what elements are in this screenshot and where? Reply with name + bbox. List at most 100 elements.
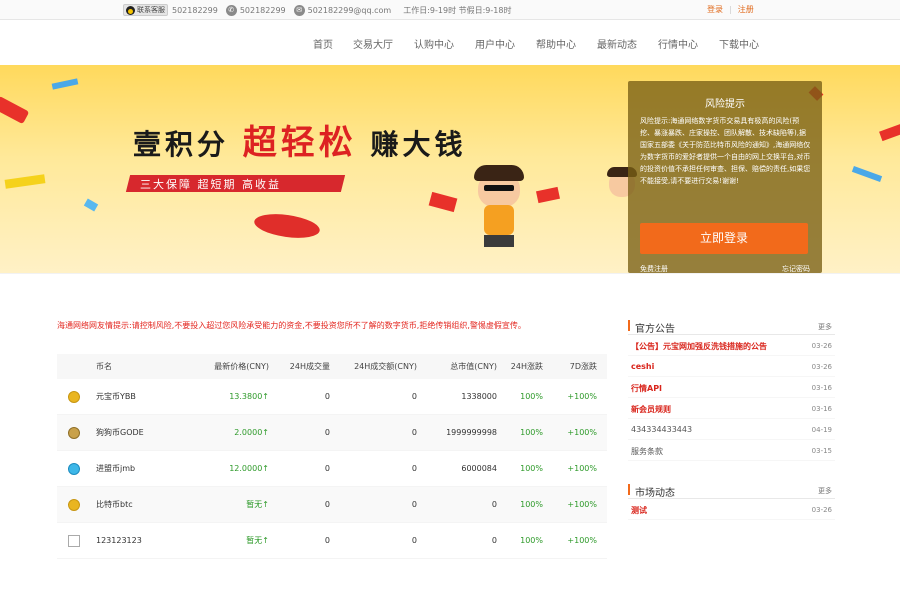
announcement-title[interactable]: 【公告】元宝网加强反洗钱措施的公告 [631, 341, 767, 352]
banner-slogan: 壹积分 超轻松 赚大钱 [133, 115, 467, 164]
slogan-part-3: 赚大钱 [370, 128, 467, 161]
contact-info: 联系客服 502182299 ✆ 502182299 ✉ 502182299@q… [123, 4, 519, 16]
market-news-date: 03-26 [811, 506, 832, 514]
nav-download-center[interactable]: 下载中心 [719, 36, 759, 51]
announcement-date: 04-19 [811, 426, 832, 434]
free-register-link[interactable]: 免费注册 [640, 265, 668, 273]
change-7d: +100% [567, 464, 597, 473]
coin-icon [68, 427, 80, 439]
qq-service-button[interactable]: 联系客服 [123, 4, 168, 16]
email-item: ✉ 502182299@qq.com [293, 4, 391, 16]
announcement-title[interactable]: 新会员规则 [631, 404, 671, 415]
nav-subscription[interactable]: 认购中心 [414, 36, 454, 51]
market-news-title-text[interactable]: 测试 [631, 505, 647, 516]
announcement-title[interactable]: 服务条款 [631, 446, 663, 457]
coin-name[interactable]: 狗狗币GODE [96, 415, 144, 451]
coin-icon [68, 463, 80, 475]
coin-name[interactable]: 进盟币jmb [96, 451, 135, 487]
volume-24h: 0 [324, 392, 330, 401]
header-24h-change: 24H涨跌 [510, 362, 543, 371]
coin-name[interactable]: 123123123 [96, 523, 142, 559]
confetti-shape [879, 122, 900, 142]
change-24h: 100% [520, 464, 543, 473]
turnover-24h: 0 [411, 392, 417, 401]
qq-penguin-icon [126, 5, 135, 15]
market-cap: 0 [491, 536, 497, 545]
market-news-item[interactable]: 测试 03-26 [628, 499, 835, 520]
login-link[interactable]: 登录 [707, 5, 723, 14]
login-now-button[interactable]: 立即登录 [640, 223, 808, 254]
announcement-title[interactable]: 行情API [631, 383, 662, 394]
market-table-header: 币名 最新价格(CNY) 24H成交量 24H成交额(CNY) 总市值(CNY)… [57, 354, 607, 379]
slogan-part-1: 壹积分 [133, 128, 230, 161]
character-glasses [484, 185, 514, 191]
announcement-item[interactable]: 服务条款 03-15 [628, 440, 835, 461]
announcement-item[interactable]: 行情API 03-16 [628, 377, 835, 398]
announcement-item[interactable]: ceshi 03-26 [628, 356, 835, 377]
register-link[interactable]: 注册 [738, 5, 754, 14]
announcement-date: 03-16 [811, 384, 832, 392]
market-news-header: 市场动态 更多 [628, 481, 835, 499]
announcement-date: 03-16 [811, 405, 832, 413]
turnover-24h: 0 [411, 536, 417, 545]
divider: | [729, 5, 732, 14]
volume-24h: 0 [324, 500, 330, 509]
nav-help-center[interactable]: 帮助中心 [536, 36, 576, 51]
announcement-title[interactable]: 434334433443 [631, 425, 692, 434]
top-bar: 联系客服 502182299 ✆ 502182299 ✉ 502182299@q… [0, 0, 900, 20]
character-legs [484, 235, 514, 247]
turnover-24h: 0 [411, 464, 417, 473]
announcements-more-link[interactable]: 更多 [818, 322, 832, 332]
market-cap: 1338000 [461, 392, 497, 401]
market-row[interactable]: 元宝币YBB 13.3800↑ 0 0 1338000 100% +100% [57, 379, 607, 415]
character-body [484, 205, 514, 235]
announcements-panel: 官方公告 更多 【公告】元宝网加强反洗钱措施的公告 03-26 ceshi 03… [628, 317, 835, 461]
change-7d: +100% [567, 536, 597, 545]
announcement-item[interactable]: 434334433443 04-19 [628, 419, 835, 440]
mail-icon: ✉ [293, 4, 305, 16]
latest-price: 暂无↑ [246, 500, 269, 509]
market-row[interactable]: 狗狗币GODE 2.0000↑ 0 0 1999999998 100% +100… [57, 415, 607, 451]
confetti-shape [83, 198, 99, 212]
market-cap: 6000084 [461, 464, 497, 473]
announcement-title[interactable]: ceshi [631, 362, 654, 371]
phone-icon: ✆ [225, 4, 237, 16]
slogan-part-2: 超轻松 [242, 123, 357, 163]
volume-24h: 0 [324, 536, 330, 545]
change-24h: 100% [520, 536, 543, 545]
header-24h-turnover: 24H成交额(CNY) [354, 362, 417, 371]
risk-text: 风险提示:海通网络数字货币交易具有极高的风险(预挖、暴涨暴跌、庄家操控、团队解散… [640, 117, 811, 185]
market-news-more-link[interactable]: 更多 [818, 486, 832, 496]
market-row[interactable]: 进盟币jmb 12.0000↑ 0 0 6000084 100% +100% [57, 451, 607, 487]
red-envelope-shape [252, 210, 322, 242]
market-cap: 0 [491, 500, 497, 509]
accent-bar [628, 320, 630, 331]
coin-name[interactable]: 元宝币YBB [96, 379, 136, 415]
change-24h: 100% [520, 500, 543, 509]
banner-ribbon-text: 三大保障 超短期 高收益 [140, 178, 281, 191]
announcement-date: 03-26 [811, 342, 832, 350]
market-row[interactable]: 123123123 暂无↑ 0 0 0 100% +100% [57, 523, 607, 559]
phone-number: 502182299 [239, 5, 286, 15]
market-table: 币名 最新价格(CNY) 24H成交量 24H成交额(CNY) 总市值(CNY)… [57, 354, 607, 559]
nav-news[interactable]: 最新动态 [597, 36, 637, 51]
coin-icon [68, 499, 80, 511]
market-cap: 1999999998 [446, 428, 497, 437]
change-7d: +100% [567, 428, 597, 437]
nav-user-center[interactable]: 用户中心 [475, 36, 515, 51]
character-hair [474, 165, 524, 181]
nav-home[interactable]: 首页 [313, 36, 333, 51]
latest-price: 暂无↑ [246, 536, 269, 545]
announcement-item[interactable]: 【公告】元宝网加强反洗钱措施的公告 03-26 [628, 335, 835, 356]
coin-icon [68, 391, 80, 403]
nav-trading-hall[interactable]: 交易大厅 [353, 36, 393, 51]
announcement-item[interactable]: 新会员规则 03-16 [628, 398, 835, 419]
confetti-shape [4, 174, 46, 189]
risk-box-links: 免费注册 忘记密码 [640, 264, 810, 274]
forgot-password-link[interactable]: 忘记密码 [782, 264, 810, 274]
qq-service-label: 联系客服 [137, 6, 165, 14]
header-market-cap: 总市值(CNY) [450, 362, 497, 371]
nav-market-center[interactable]: 行情中心 [658, 36, 698, 51]
market-row[interactable]: 比特币btc 暂无↑ 0 0 0 100% +100% [57, 487, 607, 523]
coin-name[interactable]: 比特币btc [96, 487, 133, 523]
